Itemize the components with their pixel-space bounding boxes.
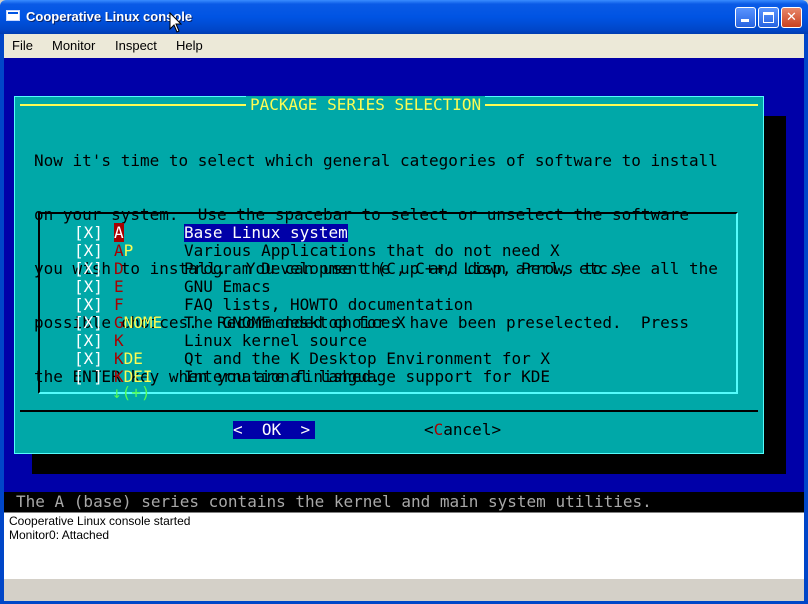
log-line: Monitor0: Attached bbox=[9, 528, 110, 542]
cancel-hotkey: C bbox=[433, 420, 444, 439]
close-icon: ✕ bbox=[786, 10, 797, 25]
item-description: Various Applications that do not need X bbox=[184, 241, 560, 260]
ok-right-bracket: > bbox=[300, 420, 311, 439]
cancel-right-bracket: > bbox=[491, 420, 502, 439]
item-hotkey: E bbox=[114, 277, 124, 296]
item-description: International language support for KDE bbox=[184, 367, 551, 386]
item-series-key: K bbox=[114, 332, 124, 350]
mouse-cursor-icon bbox=[169, 12, 183, 33]
item-series-key: E bbox=[114, 278, 124, 296]
item-series-key: GNOME bbox=[114, 314, 162, 332]
item-description: FAQ lists, HOWTO documentation bbox=[184, 295, 473, 314]
item-hotkey: D bbox=[114, 259, 124, 278]
close-button[interactable]: ✕ bbox=[781, 7, 802, 28]
item-checkbox[interactable]: [X] bbox=[74, 278, 103, 296]
item-checkbox[interactable]: [X] bbox=[74, 314, 103, 332]
more-items-indicator: ↓(+) bbox=[112, 383, 151, 402]
item-series-key: KDE bbox=[114, 350, 143, 368]
maximize-icon bbox=[763, 12, 774, 23]
item-description: Linux kernel source bbox=[184, 331, 368, 350]
item-checkbox[interactable]: [X] bbox=[74, 296, 103, 314]
item-hotkey: A bbox=[114, 223, 124, 242]
description-line: Now it's time to select which general ca… bbox=[34, 151, 718, 170]
item-checkbox[interactable]: [X] bbox=[74, 332, 103, 350]
item-series-key: D bbox=[114, 260, 124, 278]
menu-help[interactable]: Help bbox=[176, 38, 203, 53]
log-line: Cooperative Linux console started bbox=[9, 514, 191, 528]
maximize-button[interactable] bbox=[758, 7, 779, 28]
item-hotkey: K bbox=[114, 331, 124, 350]
item-description: Base Linux system bbox=[184, 223, 348, 242]
menu-monitor[interactable]: Monitor bbox=[52, 38, 95, 53]
log-pane[interactable]: Cooperative Linux console started Monito… bbox=[4, 512, 804, 578]
title-bar[interactable]: Cooperative Linux console ✕ bbox=[0, 0, 808, 34]
item-series-key: AP bbox=[114, 242, 133, 260]
item-description: Program Development (C, C++, Lisp, Perl,… bbox=[184, 259, 628, 278]
item-hotkey: A bbox=[114, 241, 124, 260]
series-help-line: The A (base) series contains the kernel … bbox=[4, 492, 804, 512]
dialog-title: PACKAGE SERIES SELECTION bbox=[246, 96, 486, 114]
menu-inspect[interactable]: Inspect bbox=[115, 38, 157, 53]
item-description: Qt and the K Desktop Environment for X bbox=[184, 349, 551, 368]
item-description: The GNOME desktop for X bbox=[184, 313, 406, 332]
ok-label-rest: K bbox=[271, 420, 282, 439]
menu-bar: File Monitor Inspect Help bbox=[4, 34, 804, 59]
item-hotkey: K bbox=[114, 349, 124, 368]
item-key-rest: P bbox=[123, 241, 134, 260]
ok-button[interactable]: < OK > bbox=[233, 421, 315, 439]
status-bar bbox=[4, 578, 804, 601]
cancel-button[interactable]: <Cancel> bbox=[424, 421, 501, 439]
item-description: GNU Emacs bbox=[184, 277, 271, 296]
cancel-left-bracket: < bbox=[424, 420, 434, 439]
item-series-key: A bbox=[114, 223, 124, 242]
item-hotkey: G bbox=[114, 313, 124, 332]
ok-hotkey: O bbox=[261, 420, 272, 439]
item-checkbox[interactable]: [ ] bbox=[74, 368, 103, 386]
item-checkbox[interactable]: [X] bbox=[74, 224, 103, 242]
minimize-icon bbox=[741, 19, 749, 22]
item-series-key: F bbox=[114, 296, 124, 314]
minimize-button[interactable] bbox=[735, 7, 756, 28]
dialog-button-separator bbox=[20, 410, 758, 412]
cancel-label-rest: ancel bbox=[443, 420, 492, 439]
window-frame-right bbox=[804, 34, 808, 604]
item-hotkey: F bbox=[114, 295, 124, 314]
item-key-rest: NOME bbox=[123, 313, 163, 332]
menu-file[interactable]: File bbox=[12, 38, 33, 53]
series-help-text: The A (base) series contains the kernel … bbox=[16, 492, 652, 511]
item-checkbox[interactable]: [X] bbox=[74, 260, 103, 278]
console-window-icon bbox=[6, 10, 20, 21]
item-checkbox[interactable]: [X] bbox=[74, 350, 103, 368]
item-key-rest: DE bbox=[123, 349, 143, 368]
item-checkbox[interactable]: [X] bbox=[74, 242, 103, 260]
ok-left-bracket: < bbox=[233, 420, 243, 439]
window-title: Cooperative Linux console bbox=[26, 9, 193, 24]
